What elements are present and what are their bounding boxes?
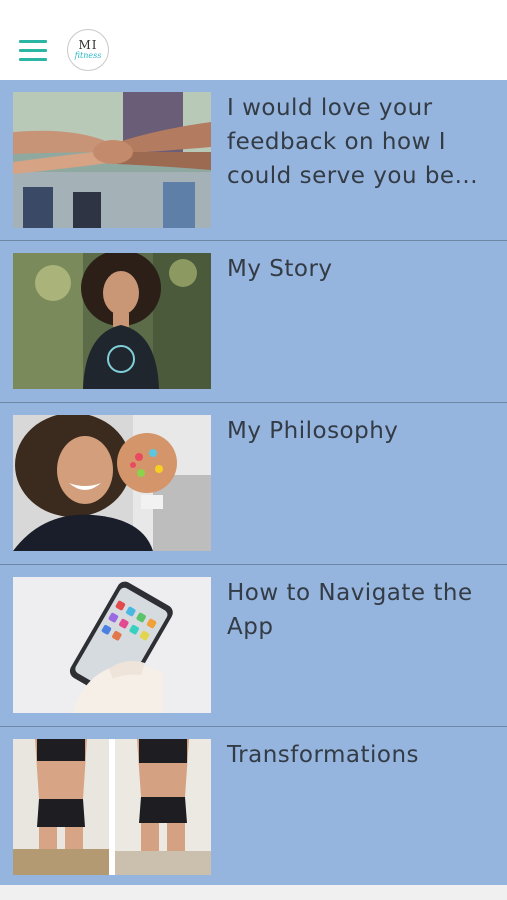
list-item-transformations[interactable]: Transformations [0, 726, 507, 888]
hands-stacked-thumbnail [13, 92, 211, 228]
item-title: I would love your feedback on how I coul… [227, 95, 479, 189]
list-item-feedback[interactable]: I would love your feedback on how I coul… [0, 80, 507, 240]
app-header: MI fitness [0, 0, 507, 80]
before-after-thumbnail [13, 739, 211, 875]
hamburger-menu-icon[interactable] [19, 40, 47, 62]
item-title: How to Navigate the App [227, 580, 473, 640]
item-title: My Philosophy [227, 418, 399, 444]
item-title: Transformations [227, 742, 420, 768]
woman-portrait-thumbnail [13, 253, 211, 389]
list-item-how-to-navigate[interactable]: How to Navigate the App [0, 564, 507, 726]
list-item-my-philosophy[interactable]: My Philosophy [0, 402, 507, 564]
hand-holding-phone-thumbnail [13, 577, 211, 713]
logo-text-line1: MI [78, 38, 98, 52]
item-title: My Story [227, 256, 333, 282]
content-list: I would love your feedback on how I coul… [0, 80, 507, 888]
list-item-my-story[interactable]: My Story [0, 240, 507, 402]
brand-logo[interactable]: MI fitness [67, 29, 109, 71]
logo-text-line2: fitness [74, 51, 102, 60]
woman-with-donut-thumbnail [13, 415, 211, 551]
bottom-bar [0, 885, 507, 900]
